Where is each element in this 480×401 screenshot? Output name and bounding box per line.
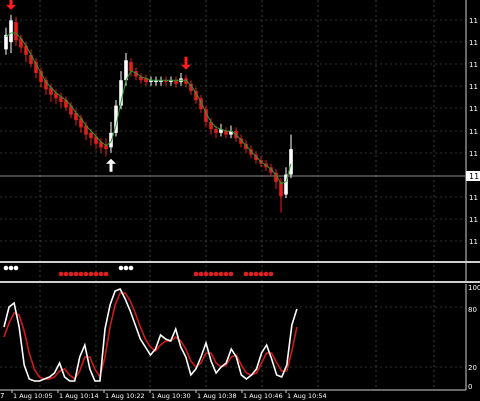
signal-dot [243, 271, 249, 277]
time-axis-label: 1 Aug 10:22 [105, 392, 145, 400]
signal-dot [73, 271, 79, 277]
signal-dot [83, 271, 89, 277]
signal-dot [118, 265, 124, 271]
signal-dot [103, 271, 109, 277]
signal-dot [193, 271, 199, 277]
chart-background [0, 0, 480, 401]
time-axis-label: 1 Aug 10:05 [13, 392, 53, 400]
candle-body [109, 132, 113, 148]
price-axis-label: 11 [469, 128, 478, 136]
candle-body [129, 62, 133, 72]
trading-chart[interactable]: 11 11 11 11 11 11 11 11 11 11 11 100 80 20 0 7 1 … [0, 0, 480, 401]
price-axis-label: 11 [469, 39, 478, 47]
price-axis-label: 11 [469, 17, 478, 25]
signal-dot [78, 271, 84, 277]
candle-body [14, 22, 18, 41]
signal-dot [208, 271, 214, 277]
current-price-label: 11 [469, 172, 479, 181]
signal-dot [68, 271, 74, 277]
signal-dot [198, 271, 204, 277]
time-axis-labels: 1 Aug 10:05 1 Aug 10:14 1 Aug 10:22 1 Aug 1… [11, 390, 327, 400]
signal-dot [13, 265, 19, 271]
signal-dot [228, 271, 234, 277]
price-axis-label: 11 [469, 150, 478, 158]
price-axis-label: 11 [469, 216, 478, 224]
signal-dot [123, 265, 129, 271]
candle-body [174, 80, 178, 84]
signal-dot [3, 265, 9, 271]
signal-dot [128, 265, 134, 271]
oscillator-level-80-label: 80 [468, 306, 477, 314]
signal-dot [203, 271, 209, 277]
signal-dot [98, 271, 104, 277]
price-axis-label: 11 [469, 105, 478, 113]
candle-body [4, 34, 8, 50]
candle-body [289, 149, 293, 175]
time-axis-label: 1 Aug 10:38 [197, 392, 237, 400]
time-axis-label: 1 Aug 10:14 [59, 392, 99, 400]
candle-body [214, 129, 218, 133]
price-axis-label: 11 [469, 238, 478, 246]
oscillator-top-label: 100 [468, 284, 480, 292]
signal-dot [258, 271, 264, 277]
signal-dot [218, 271, 224, 277]
price-axis-label: 11 [469, 83, 478, 91]
candle-body [224, 131, 228, 135]
candle-body [89, 132, 93, 139]
signal-dot [63, 271, 69, 277]
signal-dot [263, 271, 269, 277]
price-axis-label: 11 [469, 61, 478, 69]
signal-dot [88, 271, 94, 277]
signal-dot [213, 271, 219, 277]
candle-body [9, 20, 13, 43]
time-axis-label: 1 Aug 10:46 [243, 392, 283, 400]
signal-dot [248, 271, 254, 277]
signal-dot [58, 271, 64, 277]
signal-dot [223, 271, 229, 277]
time-axis-edge-label: 7 [0, 392, 4, 400]
oscillator-bottom-label: 0 [468, 383, 472, 391]
signal-dot [253, 271, 259, 277]
time-axis-label: 1 Aug 10:54 [287, 392, 327, 400]
signal-dot [93, 271, 99, 277]
price-axis-label: 11 [469, 194, 478, 202]
signal-dot [268, 271, 274, 277]
oscillator-level-20-label: 20 [468, 364, 477, 372]
time-axis-label: 1 Aug 10:30 [151, 392, 191, 400]
signal-dot [8, 265, 14, 271]
